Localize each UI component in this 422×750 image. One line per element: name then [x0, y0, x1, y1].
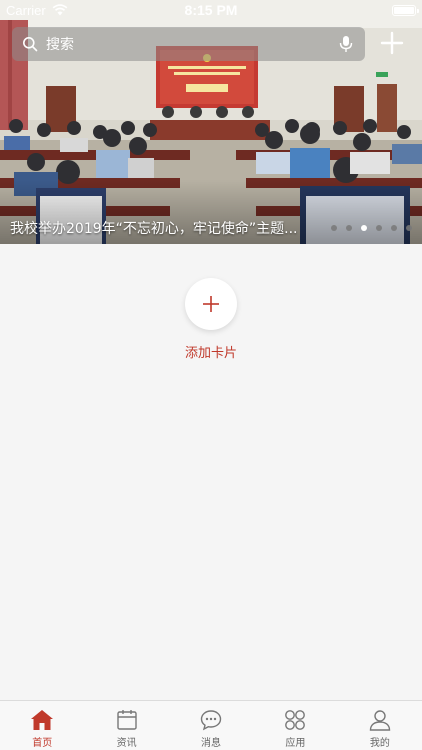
tab-label: 应用 — [285, 738, 306, 749]
page-dot[interactable] — [391, 225, 397, 231]
tab-bar: 首页 资讯 消息 应用 我的 — [0, 700, 422, 750]
person-icon — [369, 710, 391, 731]
tab-profile[interactable]: 我的 — [338, 701, 422, 750]
tab-news[interactable]: 资讯 — [84, 701, 168, 750]
calendar-icon — [116, 710, 137, 730]
banner-page-indicator[interactable] — [331, 225, 412, 231]
search-icon — [23, 37, 38, 52]
tab-label: 资讯 — [116, 738, 137, 749]
news-banner[interactable]: Carrier 8:15 PM 搜索 我校举办2019年“不忘初心，牢记使命”主… — [0, 0, 422, 244]
home-icon — [31, 710, 54, 730]
search-input[interactable]: 搜索 — [12, 27, 365, 61]
apps-grid-icon — [285, 710, 306, 730]
plus-icon — [203, 296, 219, 312]
page-dot[interactable] — [406, 225, 412, 231]
search-placeholder: 搜索 — [46, 37, 74, 53]
tab-label: 我的 — [369, 738, 390, 749]
tab-label: 首页 — [32, 738, 53, 749]
add-icon[interactable] — [380, 31, 404, 55]
tab-messages[interactable]: 消息 — [169, 701, 253, 750]
battery-icon — [392, 5, 419, 16]
page-dot-active[interactable] — [361, 225, 367, 231]
add-card-button[interactable] — [185, 278, 237, 330]
chat-bubble-icon — [200, 710, 222, 731]
add-card-label[interactable]: 添加卡片 — [0, 342, 422, 361]
page-dot[interactable] — [346, 225, 352, 231]
status-bar: Carrier 8:15 PM — [0, 0, 422, 22]
clock: 8:15 PM — [184, 2, 238, 18]
tab-apps[interactable]: 应用 — [253, 701, 337, 750]
tab-label: 消息 — [201, 738, 222, 749]
tab-home[interactable]: 首页 — [0, 701, 84, 750]
banner-caption[interactable]: 我校举办2019年“不忘初心，牢记使命”主题... — [10, 218, 310, 238]
microphone-icon[interactable] — [339, 35, 353, 53]
page-dot[interactable] — [376, 225, 382, 231]
page-dot[interactable] — [331, 225, 337, 231]
